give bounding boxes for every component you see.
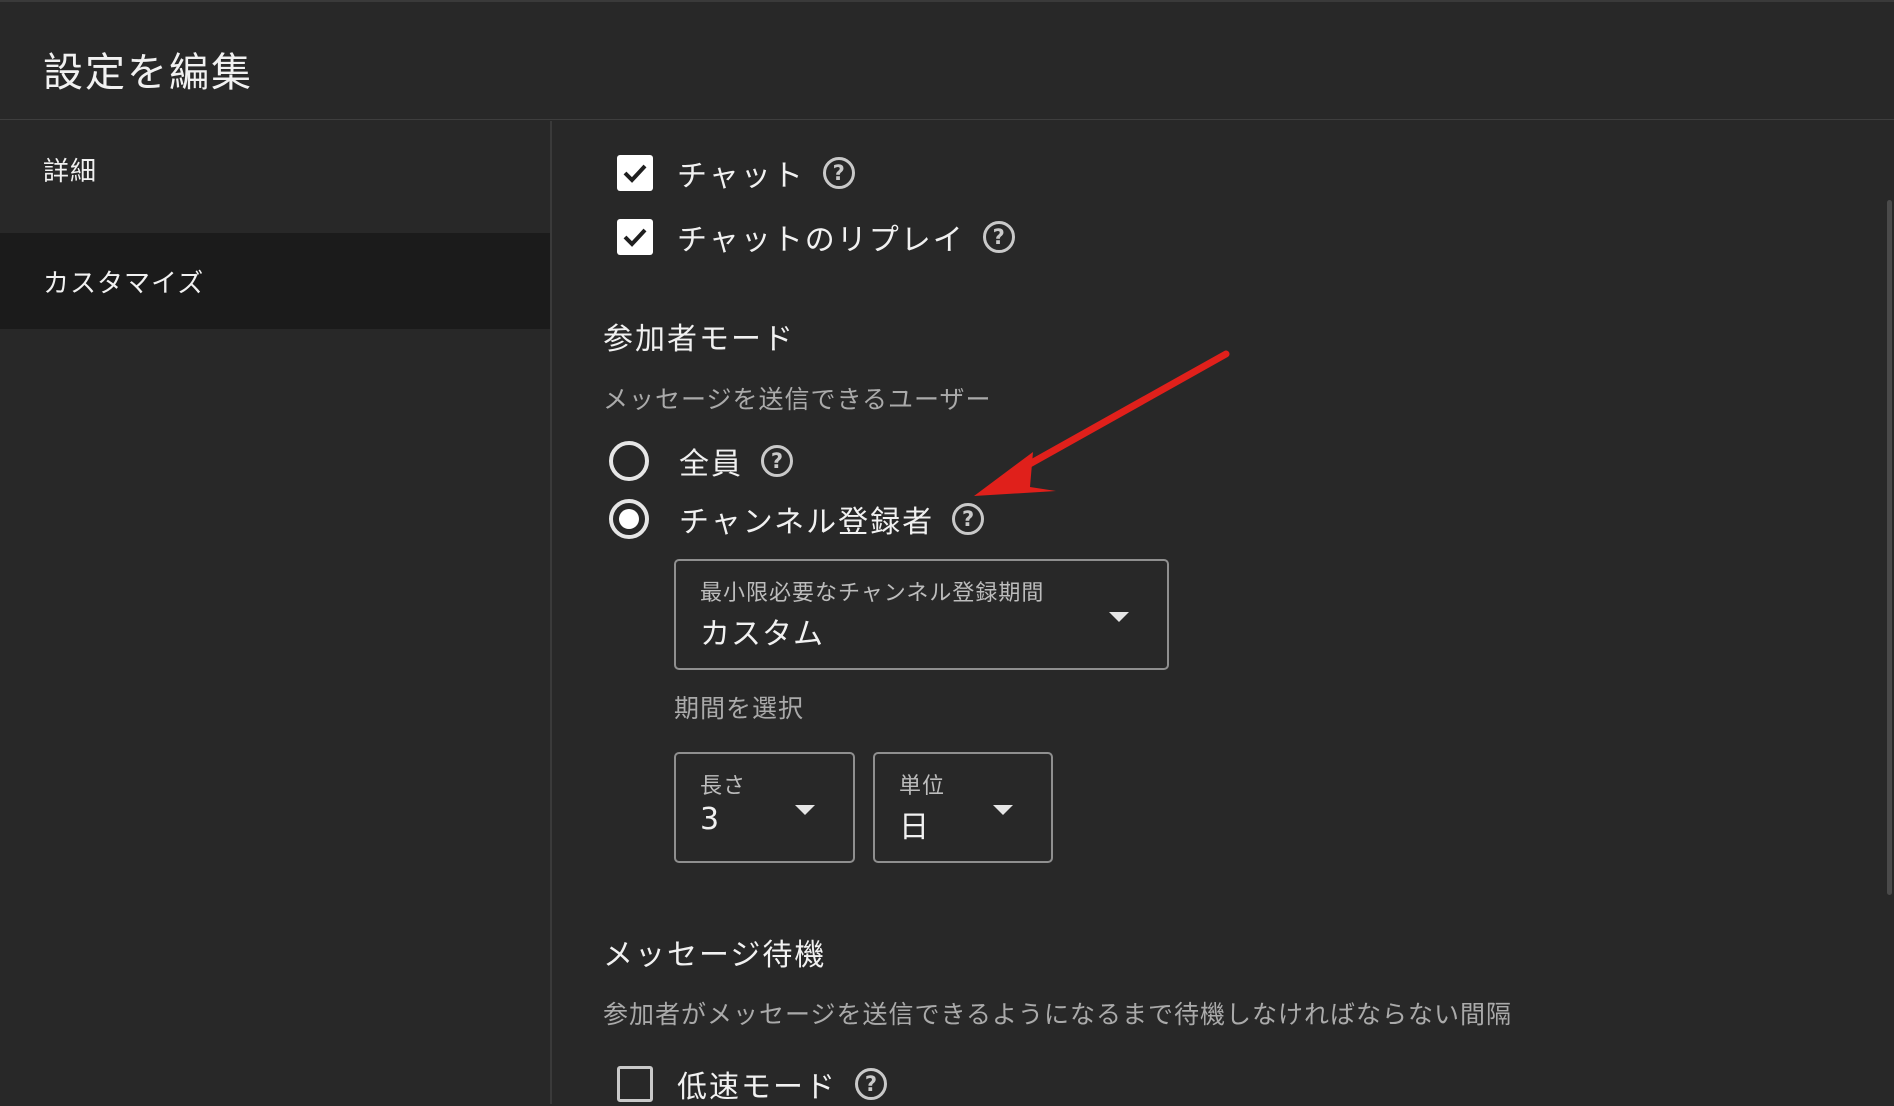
annotation-arrow-icon bbox=[974, 350, 1230, 496]
